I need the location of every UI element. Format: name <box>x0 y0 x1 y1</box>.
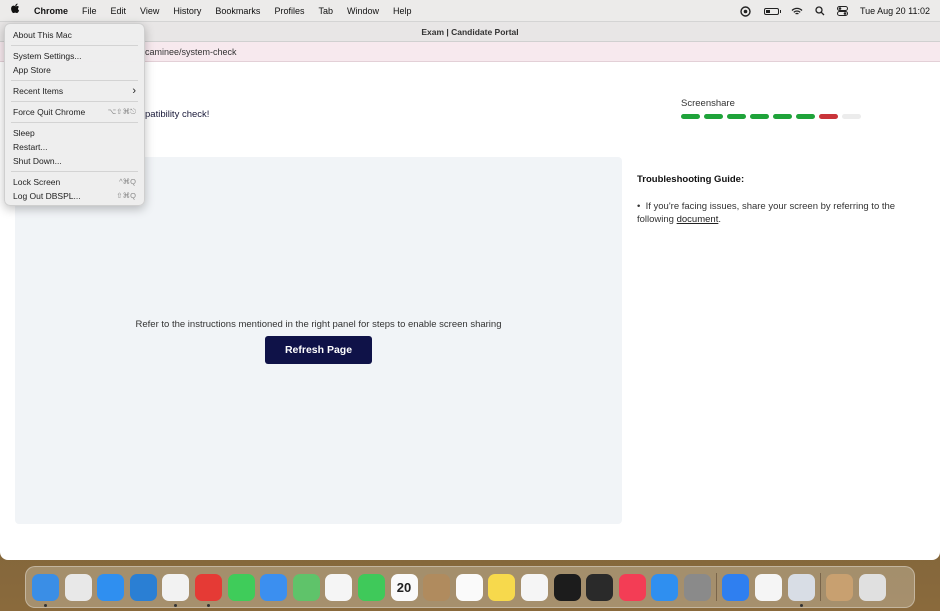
dock-reminders-icon[interactable] <box>455 573 483 601</box>
bullet: • <box>637 201 641 212</box>
dock-launchpad-icon[interactable] <box>64 573 92 601</box>
menu-edit[interactable]: Edit <box>111 6 127 16</box>
screenshare-preview-panel: Refer to the instructions mentioned in t… <box>15 157 622 524</box>
progress-segment <box>704 114 723 119</box>
menu-about-this-mac[interactable]: About This Mac <box>5 28 144 42</box>
running-indicator <box>44 603 47 607</box>
dock-trash-icon[interactable] <box>858 573 886 601</box>
menu-lock-screen[interactable]: Lock Screen ^⌘Q <box>5 175 144 189</box>
menu-force-quit[interactable]: Force Quit Chrome ⌥⇧⌘⎋ <box>5 105 144 119</box>
menu-help[interactable]: Help <box>393 6 412 16</box>
dock-freeform-icon[interactable] <box>520 573 548 601</box>
running-indicator <box>206 603 210 607</box>
menu-file[interactable]: File <box>82 6 97 16</box>
spotlight-search-icon[interactable] <box>815 6 825 16</box>
dock: 20 <box>25 566 915 608</box>
document-link[interactable]: document <box>677 214 719 225</box>
battery-icon[interactable] <box>763 7 781 15</box>
running-indicator <box>174 603 178 607</box>
progress-segment-failed <box>819 114 838 119</box>
dock-chrome-icon[interactable] <box>162 573 190 607</box>
running-indicator <box>799 603 803 607</box>
dock-terminal-icon[interactable] <box>586 573 614 601</box>
apple-logo-icon[interactable] <box>10 3 22 18</box>
dock-music-icon[interactable] <box>618 573 646 601</box>
dock-vscode-icon[interactable] <box>129 573 157 601</box>
status-area: Tue Aug 20 11:02 <box>727 0 930 22</box>
menu-window[interactable]: Window <box>347 6 379 16</box>
creative-cloud-icon[interactable] <box>739 5 752 17</box>
progress-segment-empty <box>842 114 861 119</box>
menu-separator <box>11 45 138 46</box>
screenshare-instructions: Refer to the instructions mentioned in t… <box>135 319 502 330</box>
dock-calendar-icon[interactable]: 20 <box>390 573 418 601</box>
dock-safari-icon[interactable] <box>97 573 125 601</box>
apple-menu-dropdown: About This Mac System Settings... App St… <box>4 23 145 206</box>
shortcut-label: ⇧⌘Q <box>116 191 136 200</box>
dock-divider <box>820 573 822 601</box>
dock-mail-icon[interactable] <box>260 573 288 601</box>
dock-locationapp-icon[interactable] <box>722 573 750 601</box>
compatibility-message: patibility check! <box>145 109 210 120</box>
menu-separator <box>11 80 138 81</box>
menu-tab[interactable]: Tab <box>318 6 333 16</box>
chevron-right-icon: › <box>132 85 136 97</box>
menu-app-store[interactable]: App Store <box>5 63 144 77</box>
dock-divider <box>716 573 718 601</box>
menu-log-out[interactable]: Log Out DBSPL... ⇧⌘Q <box>5 189 144 203</box>
menu-clock[interactable]: Tue Aug 20 11:02 <box>860 6 930 16</box>
troubleshooting-title: Troubleshooting Guide: <box>637 174 745 185</box>
menu-restart[interactable]: Restart... <box>5 140 144 154</box>
troubleshooting-end: . <box>718 214 721 225</box>
menu-bar: Chrome File Edit View History Bookmarks … <box>0 0 940 22</box>
menu-shut-down[interactable]: Shut Down... <box>5 154 144 168</box>
progress-segment <box>727 114 746 119</box>
menu-recent-items[interactable]: Recent Items › <box>5 84 144 98</box>
dock-maps-icon[interactable] <box>292 573 320 601</box>
dock-notes-icon[interactable] <box>488 573 516 601</box>
dock-systemsettings-icon[interactable] <box>683 573 711 601</box>
dock-photos-icon[interactable] <box>325 573 353 601</box>
shortcut-label: ^⌘Q <box>119 177 136 186</box>
refresh-page-button[interactable]: Refresh Page <box>265 336 372 364</box>
progress-segment <box>750 114 769 119</box>
shortcut-label: ⌥⇧⌘⎋ <box>107 107 136 116</box>
menu-system-settings[interactable]: System Settings... <box>5 49 144 63</box>
progress-segment <box>681 114 700 119</box>
menu-chrome[interactable]: Chrome <box>34 6 68 16</box>
menu-sleep[interactable]: Sleep <box>5 126 144 140</box>
dock-photo-folder-icon[interactable] <box>826 573 854 601</box>
screenshare-label: Screenshare <box>681 98 735 109</box>
dock-appstore-icon[interactable] <box>651 573 679 601</box>
menu-profiles[interactable]: Profiles <box>274 6 304 16</box>
progress-segment <box>796 114 815 119</box>
dock-messages-icon[interactable] <box>227 573 255 601</box>
menu-history[interactable]: History <box>173 6 201 16</box>
dock-anydesk-icon[interactable] <box>194 573 222 607</box>
dock-preview-icon[interactable] <box>787 573 815 607</box>
wifi-icon[interactable] <box>791 7 803 16</box>
menu-separator <box>11 122 138 123</box>
dock-appletv-icon[interactable] <box>553 573 581 601</box>
control-center-icon[interactable] <box>836 6 848 16</box>
menu-separator <box>11 171 138 172</box>
troubleshooting-item: • If you're facing issues, share your sc… <box>637 200 917 226</box>
dock-finder-icon[interactable] <box>32 573 59 607</box>
dock-textedit-icon[interactable] <box>755 573 783 601</box>
dock-contacts-icon[interactable] <box>423 573 451 601</box>
screenshare-progress <box>681 114 861 119</box>
progress-segment <box>773 114 792 119</box>
menu-bookmarks[interactable]: Bookmarks <box>215 6 260 16</box>
dock-facetime-icon[interactable] <box>357 573 385 601</box>
menu-separator <box>11 101 138 102</box>
menu-view[interactable]: View <box>140 6 159 16</box>
